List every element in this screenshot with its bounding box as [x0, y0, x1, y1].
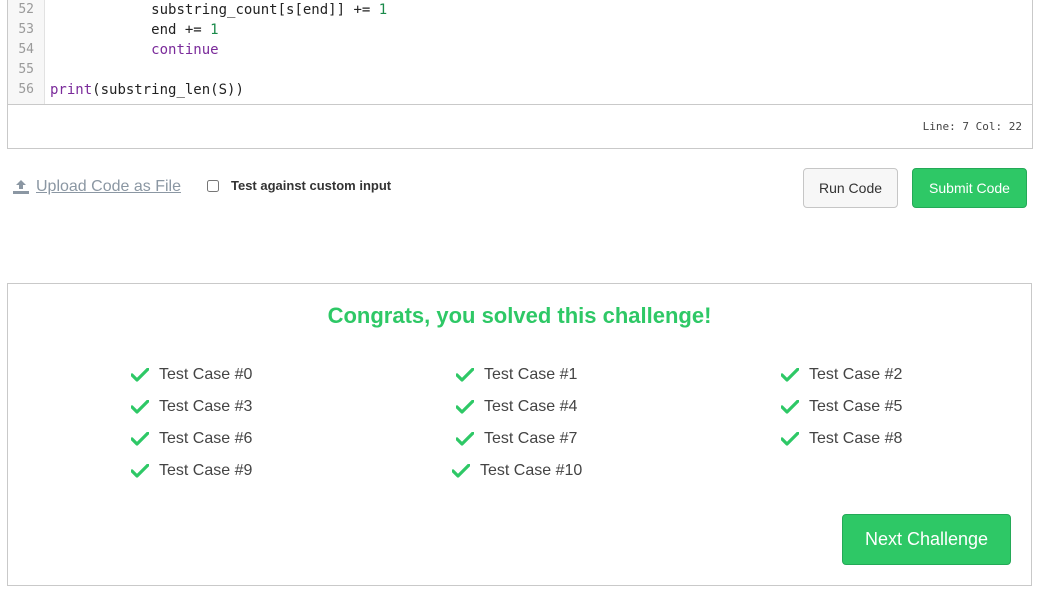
- test-case-label: Test Case #0: [159, 366, 253, 383]
- custom-input-label: Test against custom input: [231, 178, 392, 193]
- submit-code-button[interactable]: Submit Code: [912, 168, 1027, 208]
- test-case-label: Test Case #1: [484, 366, 578, 383]
- test-case-item: Test Case #4: [456, 398, 577, 416]
- test-case-item: Test Case #3: [131, 398, 252, 416]
- line-number: 52: [18, 2, 34, 17]
- line-number: 54: [18, 42, 34, 57]
- test-case-item: Test Case #1: [456, 366, 577, 384]
- test-case-label: Test Case #10: [480, 462, 583, 479]
- next-challenge-button[interactable]: Next Challenge: [842, 514, 1011, 565]
- check-icon: [781, 368, 799, 382]
- test-case-item: Test Case #2: [781, 366, 902, 384]
- line-number: 56: [18, 82, 34, 97]
- code-text[interactable]: end += 1: [50, 20, 218, 40]
- test-case-label: Test Case #3: [159, 398, 253, 415]
- test-case-label: Test Case #5: [809, 398, 903, 415]
- cursor-position: Line: 7 Col: 22: [922, 120, 1022, 133]
- run-code-button[interactable]: Run Code: [803, 168, 898, 208]
- check-icon: [131, 368, 149, 382]
- upload-code-label: Upload Code as File: [36, 178, 181, 195]
- line-number: 53: [18, 22, 34, 37]
- code-line[interactable]: 56 print(substring_len(S)): [8, 80, 1008, 100]
- test-case-item: Test Case #8: [781, 430, 902, 448]
- test-case-label: Test Case #2: [809, 366, 903, 383]
- check-icon: [456, 432, 474, 446]
- test-case-item: Test Case #6: [131, 430, 252, 448]
- check-icon: [131, 464, 149, 478]
- custom-input-option[interactable]: Test against custom input: [207, 178, 391, 193]
- editor-status-bar: Line: 7 Col: 22: [7, 104, 1033, 149]
- test-case-label: Test Case #4: [484, 398, 578, 415]
- check-icon: [781, 432, 799, 446]
- test-case-label: Test Case #8: [809, 430, 903, 447]
- test-case-item: Test Case #0: [131, 366, 252, 384]
- check-icon: [781, 400, 799, 414]
- test-case-item: Test Case #5: [781, 398, 902, 416]
- check-icon: [131, 400, 149, 414]
- code-line[interactable]: 54 continue: [8, 40, 1008, 60]
- test-case-label: Test Case #7: [484, 430, 578, 447]
- code-line[interactable]: 55: [8, 60, 1008, 80]
- test-case-item: Test Case #10: [452, 462, 582, 480]
- upload-code-link[interactable]: Upload Code as File: [12, 178, 181, 196]
- line-number: 55: [18, 62, 34, 77]
- test-case-label: Test Case #6: [159, 430, 253, 447]
- code-editor[interactable]: 52 substring_count[s[end]] += 1 53 end +=…: [7, 0, 1033, 105]
- upload-icon: [13, 180, 29, 194]
- code-line[interactable]: 52 substring_count[s[end]] += 1: [8, 0, 1008, 20]
- check-icon: [452, 464, 470, 478]
- check-icon: [456, 400, 474, 414]
- code-line[interactable]: 53 end += 1: [8, 20, 1008, 40]
- code-text[interactable]: print(substring_len(S)): [50, 80, 244, 100]
- test-case-item: Test Case #7: [456, 430, 577, 448]
- test-case-label: Test Case #9: [159, 462, 253, 479]
- check-icon: [131, 432, 149, 446]
- code-text[interactable]: continue: [50, 40, 218, 60]
- check-icon: [456, 368, 474, 382]
- success-message: Congrats, you solved this challenge!: [327, 303, 712, 328]
- code-text[interactable]: substring_count[s[end]] += 1: [50, 0, 387, 20]
- test-case-item: Test Case #9: [131, 462, 252, 480]
- custom-input-checkbox[interactable]: [207, 179, 219, 192]
